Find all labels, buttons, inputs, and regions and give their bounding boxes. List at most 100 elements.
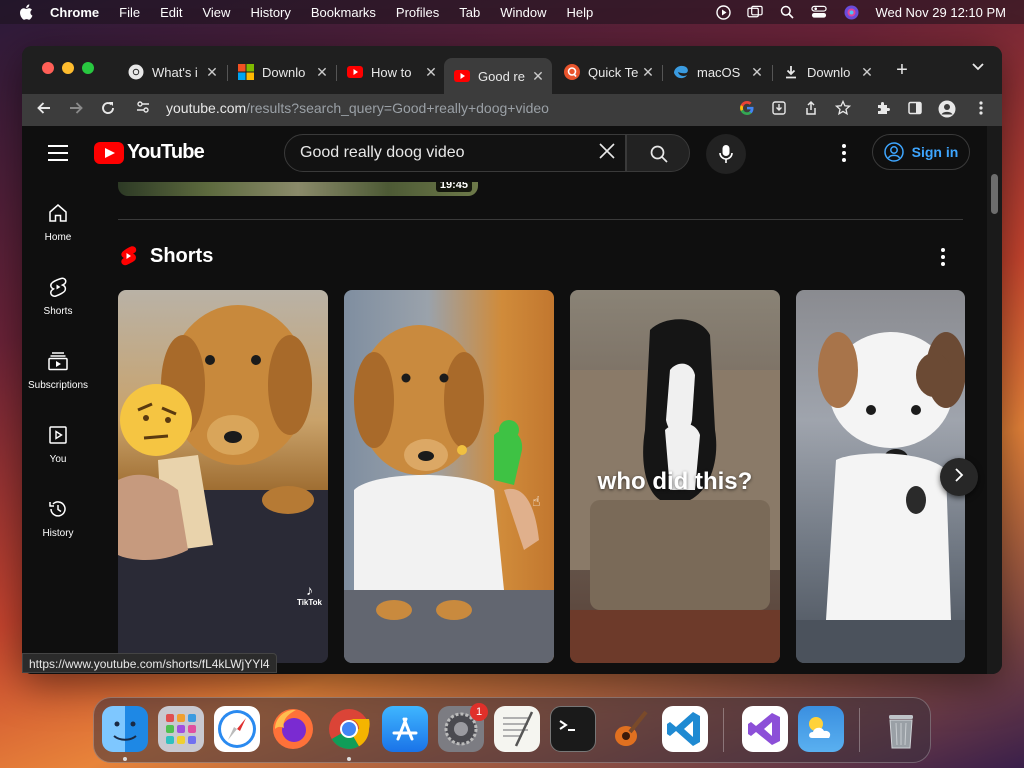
nav-item-subscriptions[interactable]: Subscriptions: [22, 330, 94, 404]
youtube-logo[interactable]: YouTube: [94, 141, 205, 164]
screen-mirroring-icon[interactable]: [747, 5, 764, 19]
search-query-text: Good really doog video: [300, 144, 465, 161]
control-center-icon[interactable]: [811, 5, 828, 19]
clear-search-icon[interactable]: [589, 140, 625, 166]
menu-profiles[interactable]: Profiles: [396, 5, 439, 20]
search-input[interactable]: Good really doog video: [284, 134, 626, 172]
vscode-icon[interactable]: [662, 706, 708, 752]
sign-in-button[interactable]: Sign in: [872, 134, 970, 170]
close-tab-icon[interactable]: ✕: [530, 68, 546, 85]
quick-icon: [564, 64, 580, 80]
menubar-clock[interactable]: Wed Nov 29 12:10 PM: [875, 5, 1006, 20]
new-tab-button[interactable]: +: [892, 60, 912, 80]
chrome-window: What's i ✕ Downlo ✕ How to ✕ Good re ✕ Q…: [22, 46, 1002, 674]
dog-in-tshirt-image: [344, 325, 554, 663]
shorts-next-button[interactable]: [940, 458, 978, 496]
chrome-icon[interactable]: [326, 706, 372, 752]
nav-item-home[interactable]: Home: [22, 182, 94, 256]
tab-how-to[interactable]: How to ✕: [337, 58, 445, 86]
short-thumbnail[interactable]: ☝: [344, 290, 554, 663]
short-caption: who did this?: [597, 468, 753, 495]
nav-item-you[interactable]: You: [22, 404, 94, 478]
youtube-wordmark: YouTube: [127, 141, 205, 163]
install-app-icon[interactable]: [770, 100, 788, 118]
spotlight-search-icon[interactable]: [779, 5, 795, 19]
menu-help[interactable]: Help: [567, 5, 594, 20]
menu-file[interactable]: File: [119, 5, 140, 20]
play-circle-icon[interactable]: [715, 4, 731, 20]
reload-button[interactable]: [98, 100, 118, 120]
subscriptions-icon: [48, 352, 68, 371]
forward-button[interactable]: [66, 100, 86, 120]
page-scrollbar[interactable]: [987, 126, 1002, 674]
tab-download-1[interactable]: Downlo ✕: [228, 58, 336, 86]
side-panel-icon[interactable]: [906, 100, 924, 118]
close-tab-icon[interactable]: ✕: [859, 64, 875, 81]
macos-menubar: Chrome File Edit View History Bookmarks …: [0, 0, 1024, 24]
short-thumbnail[interactable]: who did this?: [570, 290, 780, 663]
close-tab-icon[interactable]: ✕: [314, 64, 330, 81]
visual-studio-icon[interactable]: [742, 706, 788, 752]
you-icon: [49, 426, 67, 444]
safari-icon[interactable]: [214, 706, 260, 752]
close-tab-icon[interactable]: ✕: [204, 64, 220, 81]
menu-window[interactable]: Window: [500, 5, 546, 20]
history-icon: [49, 501, 66, 517]
short-thumbnail[interactable]: ♪ TikTok: [118, 290, 328, 663]
download-icon: [783, 64, 799, 80]
trash-icon[interactable]: [878, 706, 924, 752]
youtube-icon: [454, 68, 470, 84]
tab-download-2[interactable]: Downlo ✕: [773, 58, 881, 86]
nav-label: You: [49, 454, 67, 465]
menu-tab[interactable]: Tab: [459, 5, 480, 20]
nav-label: Shorts: [43, 306, 73, 317]
settings-more-icon[interactable]: [842, 144, 846, 165]
menu-view[interactable]: View: [202, 5, 230, 20]
garageband-icon[interactable]: [606, 706, 652, 752]
minimize-window-button[interactable]: [62, 62, 74, 74]
share-icon[interactable]: [802, 100, 820, 118]
tab-quick-te[interactable]: Quick Te ✕: [554, 58, 662, 86]
apple-menu-icon[interactable]: [18, 4, 34, 20]
url-path: /results?search_query=Good+really+doog+v…: [246, 100, 549, 116]
finder-icon[interactable]: [102, 706, 148, 752]
weather-icon[interactable]: [798, 706, 844, 752]
bookmark-star-icon[interactable]: [834, 99, 852, 118]
extensions-icon[interactable]: [874, 100, 892, 118]
close-tab-icon[interactable]: ✕: [423, 64, 439, 81]
terminal-icon[interactable]: [550, 706, 596, 752]
launchpad-icon[interactable]: [158, 706, 204, 752]
google-lens-icon[interactable]: [738, 100, 756, 118]
zoom-window-button[interactable]: [82, 62, 94, 74]
tab-search-chevron-icon[interactable]: [972, 60, 984, 74]
menu-history[interactable]: History: [250, 5, 290, 20]
guide-menu-icon[interactable]: [48, 145, 68, 161]
site-info-icon[interactable]: [136, 100, 156, 117]
tab-good-really-active[interactable]: Good re ✕: [444, 58, 552, 94]
close-tab-icon[interactable]: ✕: [749, 64, 765, 81]
golden-retriever-cup-image: [118, 305, 328, 663]
nav-item-shorts[interactable]: Shorts: [22, 256, 94, 330]
nav-item-history[interactable]: History: [22, 478, 94, 552]
shorts-more-options-icon[interactable]: [941, 248, 945, 269]
tab-macos[interactable]: macOS ✕: [663, 58, 771, 86]
textedit-icon[interactable]: [494, 706, 540, 752]
youtube-play-icon: [94, 141, 124, 164]
youtube-icon: [347, 64, 363, 80]
back-button[interactable]: [34, 100, 54, 120]
voice-search-button[interactable]: [706, 134, 746, 174]
chrome-menu-icon[interactable]: [972, 100, 990, 118]
menu-bookmarks[interactable]: Bookmarks: [311, 5, 376, 20]
microsoft-icon: [238, 64, 254, 80]
close-tab-icon[interactable]: ✕: [640, 64, 656, 81]
menu-edit[interactable]: Edit: [160, 5, 182, 20]
close-window-button[interactable]: [42, 62, 54, 74]
profile-avatar-icon[interactable]: [938, 100, 956, 118]
siri-icon[interactable]: [843, 5, 859, 19]
search-button[interactable]: [626, 134, 690, 172]
firefox-icon[interactable]: [270, 706, 316, 752]
menu-app-name[interactable]: Chrome: [50, 5, 99, 20]
scrollbar-thumb[interactable]: [991, 174, 998, 214]
tab-whats-new[interactable]: What's i ✕: [118, 58, 226, 86]
app-store-icon[interactable]: [382, 706, 428, 752]
